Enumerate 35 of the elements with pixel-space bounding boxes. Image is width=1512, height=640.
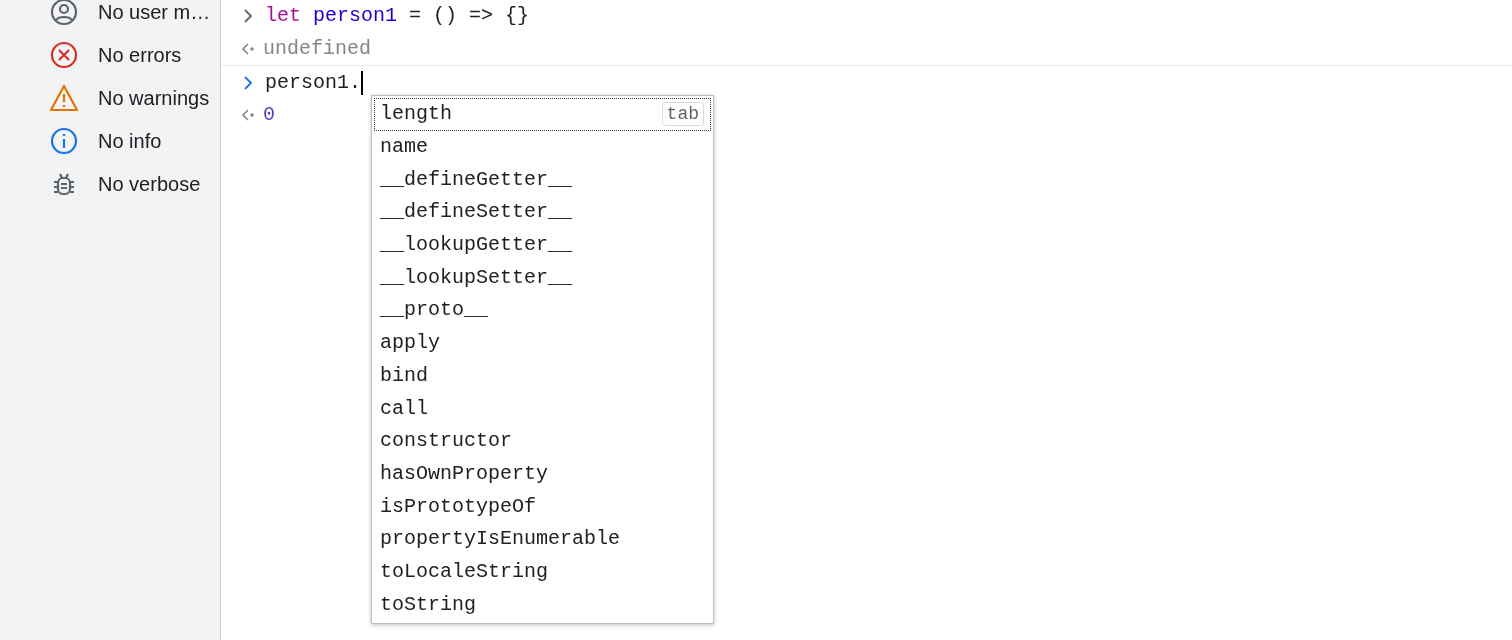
prompt-chevron-icon	[243, 75, 253, 90]
result-text: 0	[263, 102, 275, 128]
sidebar-item[interactable]: No warnings	[0, 76, 220, 119]
suggestion-item[interactable]: hasOwnProperty	[374, 457, 711, 491]
sidebar-item[interactable]: No errors	[0, 33, 220, 76]
user-icon	[49, 0, 79, 27]
warning-icon	[49, 82, 79, 113]
error-icon	[49, 39, 79, 70]
result-arrow-icon	[241, 42, 255, 56]
suggestion-item[interactable]: toLocaleString	[374, 555, 711, 589]
text-cursor	[361, 70, 363, 95]
suggestion-item[interactable]: length tab	[374, 98, 711, 131]
suggestion-item[interactable]: __defineGetter__	[374, 163, 711, 197]
sidebar-item[interactable]: No user m…	[0, 0, 220, 33]
suggestion-item[interactable]: call	[374, 392, 711, 425]
sidebar-item[interactable]: No verbose	[0, 162, 220, 205]
suggestion-item[interactable]: __defineSetter__	[374, 196, 711, 229]
result-arrow-icon	[241, 108, 255, 122]
suggestion-item[interactable]: propertyIsEnumerable	[374, 522, 711, 556]
sidebar-item[interactable]: No info	[0, 119, 220, 162]
suggestion-item[interactable]: bind	[374, 359, 711, 393]
suggestion-item[interactable]: __proto__	[374, 294, 711, 327]
suggestion-item[interactable]: constructor	[374, 424, 711, 458]
info-icon	[49, 125, 79, 156]
prompt-chevron-icon	[243, 9, 253, 23]
suggestion-item[interactable]: apply	[374, 326, 711, 360]
suggestion-item[interactable]: __lookupGetter__	[374, 228, 711, 262]
command-text: let person1 = () => {}	[265, 3, 530, 29]
suggestion-item[interactable]: __lookupSetter__	[374, 261, 711, 295]
suggestion-item[interactable]: isPrototypeOf	[374, 490, 711, 523]
suggestion-item[interactable]: toString	[374, 588, 711, 621]
shortcut-hint: tab	[661, 102, 704, 127]
suggestion-item[interactable]: name	[374, 130, 711, 164]
command-text[interactable]: person1.	[265, 67, 361, 98]
result-text: undefined	[263, 36, 372, 62]
